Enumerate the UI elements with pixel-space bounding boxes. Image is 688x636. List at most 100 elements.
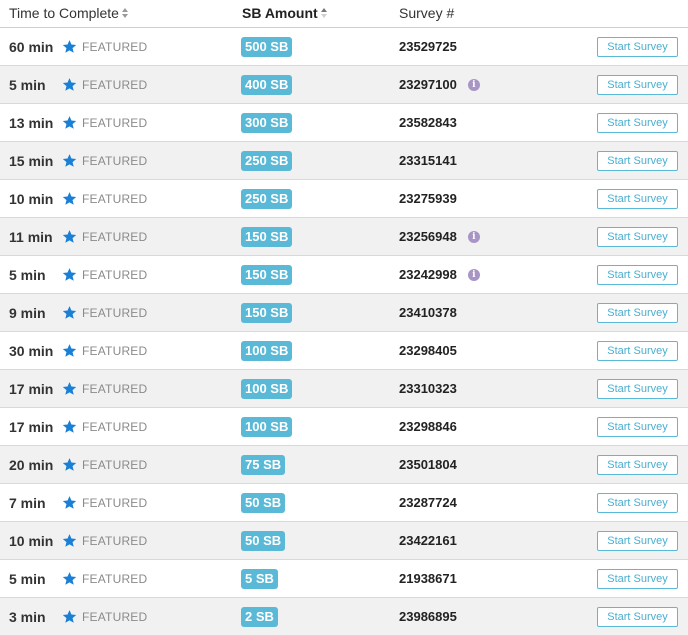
table-row: 11 min FEATURED 150 SB 23256948 i Start … [0, 218, 688, 256]
sort-time-header[interactable]: Time to Complete [9, 5, 128, 21]
action-cell: Start Survey [597, 256, 678, 293]
sb-amount: 75 SB [241, 446, 286, 483]
featured-label: FEATURED [82, 191, 148, 206]
featured-label: FEATURED [82, 609, 148, 624]
action-cell: Start Survey [597, 408, 678, 445]
featured-label: FEATURED [82, 457, 148, 472]
survey-id: 23310323 [399, 381, 457, 396]
featured-tag: FEATURED [62, 522, 147, 559]
sb-amount-badge: 250 SB [241, 150, 293, 171]
featured-label: FEATURED [82, 533, 148, 548]
time-to-complete: 3 min [9, 608, 46, 625]
star-icon [62, 458, 77, 471]
start-survey-button[interactable]: Start Survey [597, 340, 678, 361]
table-row: 20 min FEATURED 75 SB 23501804 Start Sur… [0, 446, 688, 484]
action-cell: Start Survey [597, 66, 678, 103]
sort-icon[interactable] [320, 8, 327, 18]
start-survey-button[interactable]: Start Survey [597, 226, 678, 247]
featured-label: FEATURED [82, 495, 148, 510]
survey-number: 23582843 [399, 104, 457, 141]
survey-number: 23310323 [399, 370, 457, 407]
survey-number: 23287724 [399, 484, 457, 521]
start-survey-button[interactable]: Start Survey [597, 378, 678, 399]
survey-number: 21938671 [399, 560, 457, 597]
survey-number: 23501804 [399, 446, 457, 483]
sb-amount-badge: 400 SB [241, 74, 293, 95]
sb-amount-badge: 100 SB [241, 340, 293, 361]
start-survey-button[interactable]: Start Survey [597, 530, 678, 551]
sb-amount: 5 SB [241, 560, 278, 597]
survey-id: 23256948 [399, 229, 457, 244]
featured-tag: FEATURED [62, 294, 147, 331]
start-survey-button[interactable]: Start Survey [597, 150, 678, 171]
featured-tag: FEATURED [62, 104, 147, 141]
star-icon [62, 420, 77, 433]
start-survey-button[interactable]: Start Survey [597, 454, 678, 475]
featured-tag: FEATURED [62, 332, 147, 369]
info-icon[interactable]: i [467, 230, 480, 243]
time-to-complete: 15 min [9, 152, 54, 169]
sb-amount: 250 SB [241, 142, 293, 179]
time-to-complete: 17 min [9, 380, 54, 397]
star-icon [62, 344, 77, 357]
table-row: 7 min FEATURED 50 SB 23287724 Start Surv… [0, 484, 688, 522]
time-to-complete: 5 min [9, 76, 46, 93]
start-survey-button[interactable]: Start Survey [597, 112, 678, 133]
featured-tag: FEATURED [62, 180, 147, 217]
sb-amount: 50 SB [241, 484, 286, 521]
survey-number: 23297100 i [399, 66, 480, 103]
start-survey-button[interactable]: Start Survey [597, 492, 678, 513]
table-row: 5 min FEATURED 5 SB 21938671 Start Surve… [0, 560, 688, 598]
time-to-complete: 5 min [9, 266, 46, 283]
start-survey-button[interactable]: Start Survey [597, 606, 678, 627]
sb-amount: 100 SB [241, 332, 293, 369]
survey-number: 23315141 [399, 142, 457, 179]
survey-id: 23242998 [399, 267, 457, 282]
star-icon [62, 192, 77, 205]
sort-icon[interactable] [121, 8, 128, 18]
survey-number: 23242998 i [399, 256, 480, 293]
sb-amount: 150 SB [241, 256, 293, 293]
sb-amount: 100 SB [241, 408, 293, 445]
survey-number: 23298846 [399, 408, 457, 445]
sort-amount-header[interactable]: SB Amount [242, 5, 327, 21]
sb-amount-badge: 2 SB [241, 606, 278, 627]
star-icon [62, 78, 77, 91]
survey-id: 23297100 [399, 77, 457, 92]
time-to-complete: 9 min [9, 304, 46, 321]
star-icon [62, 154, 77, 167]
time-to-complete: 30 min [9, 342, 54, 359]
start-survey-button[interactable]: Start Survey [597, 264, 678, 285]
survey-id: 23986895 [399, 609, 457, 624]
sb-amount-badge: 300 SB [241, 112, 293, 133]
start-survey-button[interactable]: Start Survey [597, 416, 678, 437]
start-survey-button[interactable]: Start Survey [597, 74, 678, 95]
action-cell: Start Survey [597, 446, 678, 483]
featured-label: FEATURED [82, 381, 148, 396]
sb-amount-badge: 100 SB [241, 378, 293, 399]
info-icon[interactable]: i [467, 78, 480, 91]
survey-number: 23298405 [399, 332, 457, 369]
start-survey-button[interactable]: Start Survey [597, 36, 678, 57]
featured-label: FEATURED [82, 267, 148, 282]
featured-tag: FEATURED [62, 370, 147, 407]
survey-number: 23275939 [399, 180, 457, 217]
table-row: 5 min FEATURED 400 SB 23297100 i Start S… [0, 66, 688, 104]
action-cell: Start Survey [597, 180, 678, 217]
table-body: 60 min FEATURED 500 SB 23529725 Start Su… [0, 28, 688, 636]
start-survey-button[interactable]: Start Survey [597, 302, 678, 323]
action-cell: Start Survey [597, 142, 678, 179]
start-survey-button[interactable]: Start Survey [597, 568, 678, 589]
star-icon [62, 306, 77, 319]
info-icon[interactable]: i [467, 268, 480, 281]
sb-amount-badge: 150 SB [241, 302, 293, 323]
time-to-complete: 17 min [9, 418, 54, 435]
action-cell: Start Survey [597, 332, 678, 369]
star-icon [62, 496, 77, 509]
survey-number: 23529725 [399, 28, 457, 65]
star-icon [62, 382, 77, 395]
start-survey-button[interactable]: Start Survey [597, 188, 678, 209]
star-icon [62, 230, 77, 243]
time-to-complete: 10 min [9, 190, 54, 207]
action-cell: Start Survey [597, 522, 678, 559]
